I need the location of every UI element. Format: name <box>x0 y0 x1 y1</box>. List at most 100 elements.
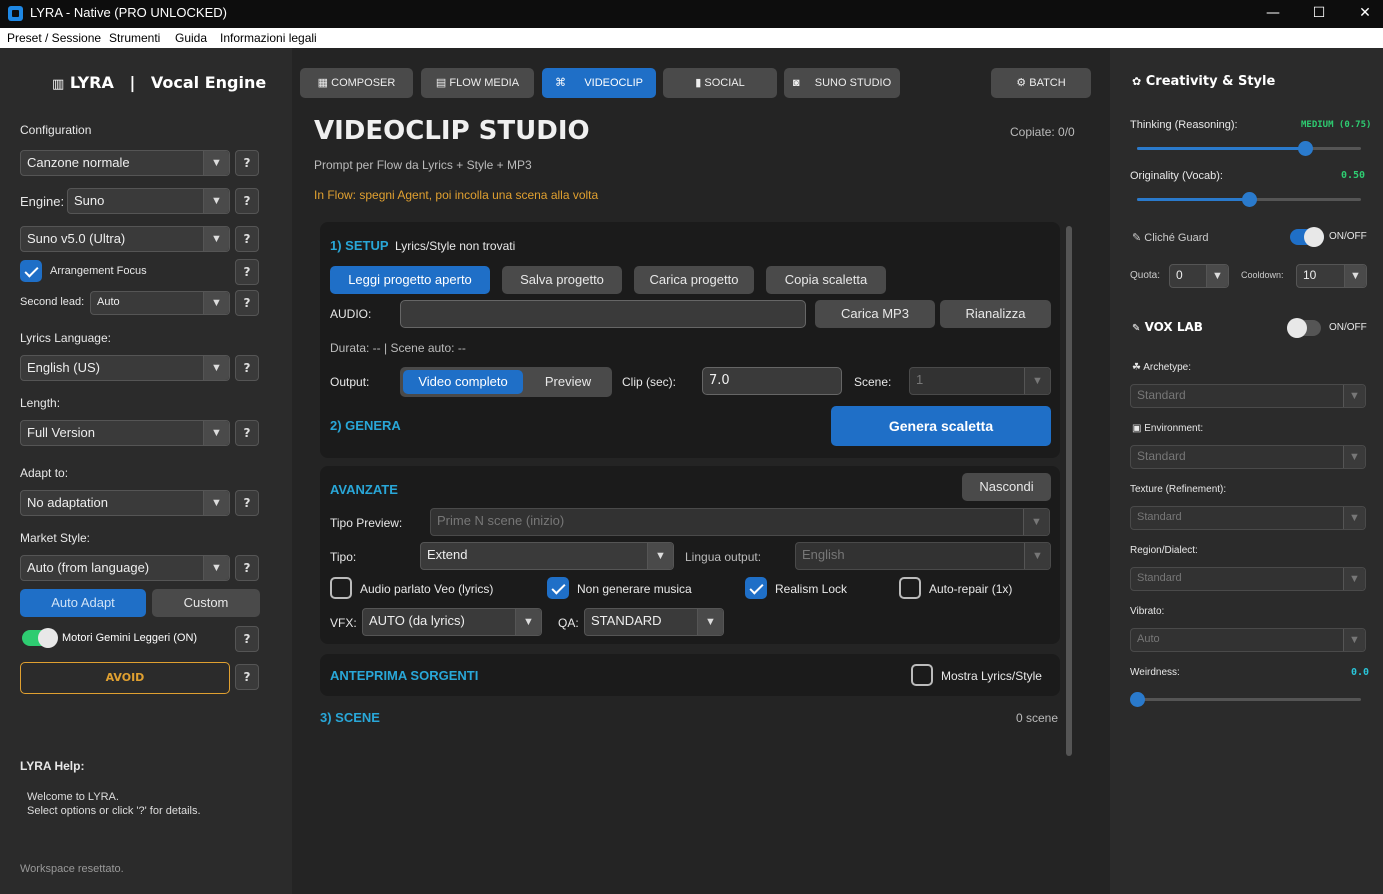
region-label: Region/Dialect: <box>1130 545 1198 556</box>
no-music-checkbox[interactable] <box>547 577 569 599</box>
config-label: Configuration <box>20 123 92 137</box>
tab-flow-media[interactable]: ▤ FLOW MEDIA <box>421 68 534 98</box>
auto-adapt-button[interactable]: Auto Adapt <box>20 589 146 617</box>
scenes-title: 3) SCENE <box>320 710 380 725</box>
weirdness-label: Weirdness: <box>1130 667 1180 678</box>
chevron-down-icon: ▼ <box>1343 629 1365 651</box>
quota-select[interactable]: 0 ▼ <box>1169 264 1229 288</box>
generate-schedule-button[interactable]: Genera scaletta <box>831 406 1051 446</box>
market-style-select[interactable]: Auto (from language) ▼ <box>20 555 230 581</box>
help-line-1: Welcome to LYRA. <box>27 791 119 803</box>
chevron-down-icon: ▼ <box>203 227 229 251</box>
tab-videoclip[interactable]: ⌘ VIDEOCLIP <box>542 68 656 98</box>
load-project-button[interactable]: Carica progetto <box>634 266 754 294</box>
advanced-section: AVANZATE Nascondi Tipo Preview: Prime N … <box>320 466 1060 644</box>
preview-type-select[interactable]: Prime N scene (inizio) ▼ <box>430 508 1050 536</box>
output-preview[interactable]: Preview <box>528 370 608 394</box>
realism-lock-checkbox[interactable] <box>745 577 767 599</box>
vox-lab-toggle[interactable] <box>1287 318 1321 338</box>
spoken-audio-checkbox[interactable] <box>330 577 352 599</box>
auto-repair-checkbox[interactable] <box>899 577 921 599</box>
menu-strumenti[interactable]: Strumenti <box>109 31 160 45</box>
thinking-value: MEDIUM (0.75) <box>1301 120 1372 130</box>
scrollbar[interactable] <box>1066 226 1072 756</box>
help-button[interactable]: ? <box>235 555 259 581</box>
language-output-select[interactable]: English ▼ <box>795 542 1051 570</box>
tab-suno-studio[interactable]: ◙ SUNO STUDIO <box>784 68 900 98</box>
custom-button[interactable]: Custom <box>152 589 260 617</box>
chevron-down-icon: ▼ <box>1024 543 1050 569</box>
originality-slider[interactable] <box>1137 192 1361 207</box>
adapt-select[interactable]: No adaptation ▼ <box>20 490 230 516</box>
lyrics-language-label: Lyrics Language: <box>20 331 111 345</box>
weirdness-slider-knob[interactable] <box>1130 692 1145 707</box>
app-icon <box>8 6 23 21</box>
menu-info[interactable]: Informazioni legali <box>220 31 317 45</box>
help-button[interactable]: ? <box>235 626 259 652</box>
help-button[interactable]: ? <box>235 188 259 214</box>
help-button[interactable]: ? <box>235 664 259 690</box>
tab-batch[interactable]: ⚙ BATCH <box>991 68 1091 98</box>
menu-preset[interactable]: Preset / Sessione <box>7 31 101 45</box>
read-project-button[interactable]: Leggi progetto aperto <box>330 266 490 294</box>
help-button[interactable]: ? <box>235 490 259 516</box>
reanalyze-button[interactable]: Rianalizza <box>940 300 1051 328</box>
engine-select[interactable]: Suno ▼ <box>67 188 230 214</box>
lyrics-language-select[interactable]: English (US) ▼ <box>20 355 230 381</box>
originality-slider-knob[interactable] <box>1242 192 1257 207</box>
gemini-toggle[interactable] <box>22 628 58 648</box>
save-project-button[interactable]: Salva progetto <box>502 266 622 294</box>
help-button[interactable]: ? <box>235 150 259 176</box>
hide-advanced-button[interactable]: Nascondi <box>962 473 1051 501</box>
close-button[interactable]: ✕ <box>1342 0 1383 28</box>
thinking-slider-knob[interactable] <box>1298 141 1313 156</box>
avoid-button[interactable]: AVOID <box>20 662 230 694</box>
tipo-select[interactable]: Extend ▼ <box>420 542 674 570</box>
cliche-guard-toggle[interactable] <box>1290 227 1324 247</box>
brand-separator: | <box>129 73 136 92</box>
weirdness-slider[interactable] <box>1130 692 1361 707</box>
help-button[interactable]: ? <box>235 226 259 252</box>
maximize-button[interactable]: ☐ <box>1296 0 1342 28</box>
output-full-video[interactable]: Video completo <box>403 370 523 394</box>
vibrato-select[interactable]: Auto ▼ <box>1130 628 1366 652</box>
load-mp3-button[interactable]: Carica MP3 <box>815 300 935 328</box>
vfx-label: VFX: <box>330 616 357 630</box>
clip-seconds-input[interactable]: 7.0 <box>702 367 842 395</box>
tab-social[interactable]: ▮ SOCIAL <box>663 68 777 98</box>
qa-select[interactable]: STANDARD ▼ <box>584 608 724 636</box>
composer-icon: ▦ <box>317 77 329 89</box>
menu-guida[interactable]: Guida <box>175 31 207 45</box>
originality-slider-fill <box>1137 198 1249 201</box>
length-select[interactable]: Full Version ▼ <box>20 420 230 446</box>
setup-title: 1) SETUP <box>330 238 389 253</box>
creativity-title: Creativity & Style <box>1145 74 1276 89</box>
model-select[interactable]: Suno v5.0 (Ultra) ▼ <box>20 226 230 252</box>
output-label: Output: <box>330 375 370 389</box>
copy-schedule-button[interactable]: Copia scaletta <box>766 266 886 294</box>
environment-select[interactable]: Standard ▼ <box>1130 445 1366 469</box>
second-lead-select[interactable]: Auto ▼ <box>90 291 230 315</box>
texture-select[interactable]: Standard ▼ <box>1130 506 1366 530</box>
show-lyrics-checkbox[interactable] <box>911 664 933 686</box>
help-button[interactable]: ? <box>235 259 259 285</box>
scene-count-select[interactable]: 1 ▼ <box>909 367 1051 395</box>
vox-lab-title: VOX LAB <box>1144 320 1203 334</box>
chevron-down-icon: ▼ <box>1344 265 1366 287</box>
thinking-slider[interactable] <box>1137 141 1361 156</box>
vfx-select[interactable]: AUTO (da lyrics) ▼ <box>362 608 542 636</box>
second-lead-label: Second lead: <box>20 296 85 308</box>
cooldown-select[interactable]: 10 ▼ <box>1296 264 1367 288</box>
archetype-label: ☘ Archetype: <box>1132 362 1192 373</box>
pen-icon: ✎ <box>1132 232 1142 244</box>
help-button[interactable]: ? <box>235 420 259 446</box>
help-button[interactable]: ? <box>235 355 259 381</box>
song-type-select[interactable]: Canzone normale ▼ <box>20 150 230 176</box>
minimize-button[interactable]: — <box>1250 0 1296 28</box>
help-button[interactable]: ? <box>235 290 259 316</box>
region-select[interactable]: Standard ▼ <box>1130 567 1366 591</box>
audio-path-input[interactable] <box>400 300 806 328</box>
tab-composer[interactable]: ▦ COMPOSER <box>300 68 413 98</box>
archetype-select[interactable]: Standard ▼ <box>1130 384 1366 408</box>
arrangement-focus-checkbox[interactable] <box>20 260 42 282</box>
